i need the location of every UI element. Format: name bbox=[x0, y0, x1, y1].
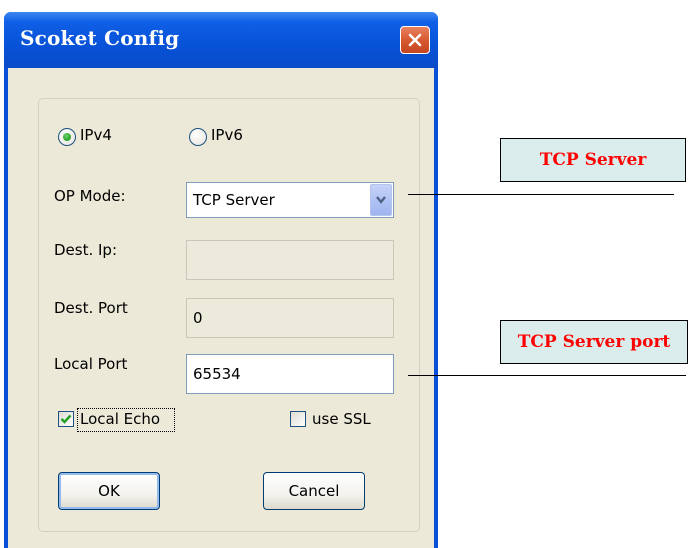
local-echo-checkbox[interactable] bbox=[58, 411, 74, 427]
title-bar[interactable]: Scoket Config bbox=[4, 12, 438, 68]
tcp-server-port-callout: TCP Server port bbox=[500, 320, 688, 364]
radio-selected-dot bbox=[63, 133, 71, 141]
tcp-server-pointer-line bbox=[408, 194, 674, 195]
dest-port-input[interactable]: 0 bbox=[186, 298, 394, 338]
window-title: Scoket Config bbox=[20, 26, 180, 50]
dest-port-label: Dest. Port bbox=[54, 299, 128, 317]
local-echo-label[interactable]: Local Echo bbox=[80, 410, 160, 428]
dest-ip-input[interactable] bbox=[186, 240, 394, 280]
use-ssl-checkbox[interactable] bbox=[290, 411, 306, 427]
op-mode-value: TCP Server bbox=[193, 191, 275, 209]
ipv6-radio[interactable] bbox=[189, 128, 207, 146]
use-ssl-label[interactable]: use SSL bbox=[312, 410, 371, 428]
local-port-value: 65534 bbox=[193, 365, 241, 383]
chevron-down-icon bbox=[376, 196, 386, 204]
ipv6-label[interactable]: IPv6 bbox=[211, 126, 243, 144]
ipv4-radio[interactable] bbox=[58, 128, 76, 146]
dialog-body: IPv4 IPv6 OP Mode: TCP Server Dest. Ip: … bbox=[8, 68, 434, 548]
ok-button[interactable]: OK bbox=[58, 472, 160, 510]
local-port-label: Local Port bbox=[54, 355, 128, 373]
dropdown-button[interactable] bbox=[370, 184, 392, 216]
tcp-server-callout: TCP Server bbox=[500, 138, 686, 182]
dest-port-value: 0 bbox=[193, 309, 203, 327]
cancel-button[interactable]: Cancel bbox=[263, 472, 365, 510]
close-button[interactable] bbox=[400, 26, 430, 54]
op-mode-select[interactable]: TCP Server bbox=[186, 182, 394, 218]
close-icon bbox=[408, 33, 422, 47]
tcp-server-port-pointer-line bbox=[408, 375, 686, 376]
checkmark-icon bbox=[60, 414, 72, 424]
socket-config-dialog: Scoket Config IPv4 IPv6 OP Mode: TCP Ser… bbox=[4, 12, 438, 548]
local-port-input[interactable]: 65534 bbox=[186, 354, 394, 394]
dest-ip-label: Dest. Ip: bbox=[54, 241, 118, 259]
ipv4-label[interactable]: IPv4 bbox=[80, 126, 112, 144]
op-mode-label: OP Mode: bbox=[54, 187, 126, 205]
